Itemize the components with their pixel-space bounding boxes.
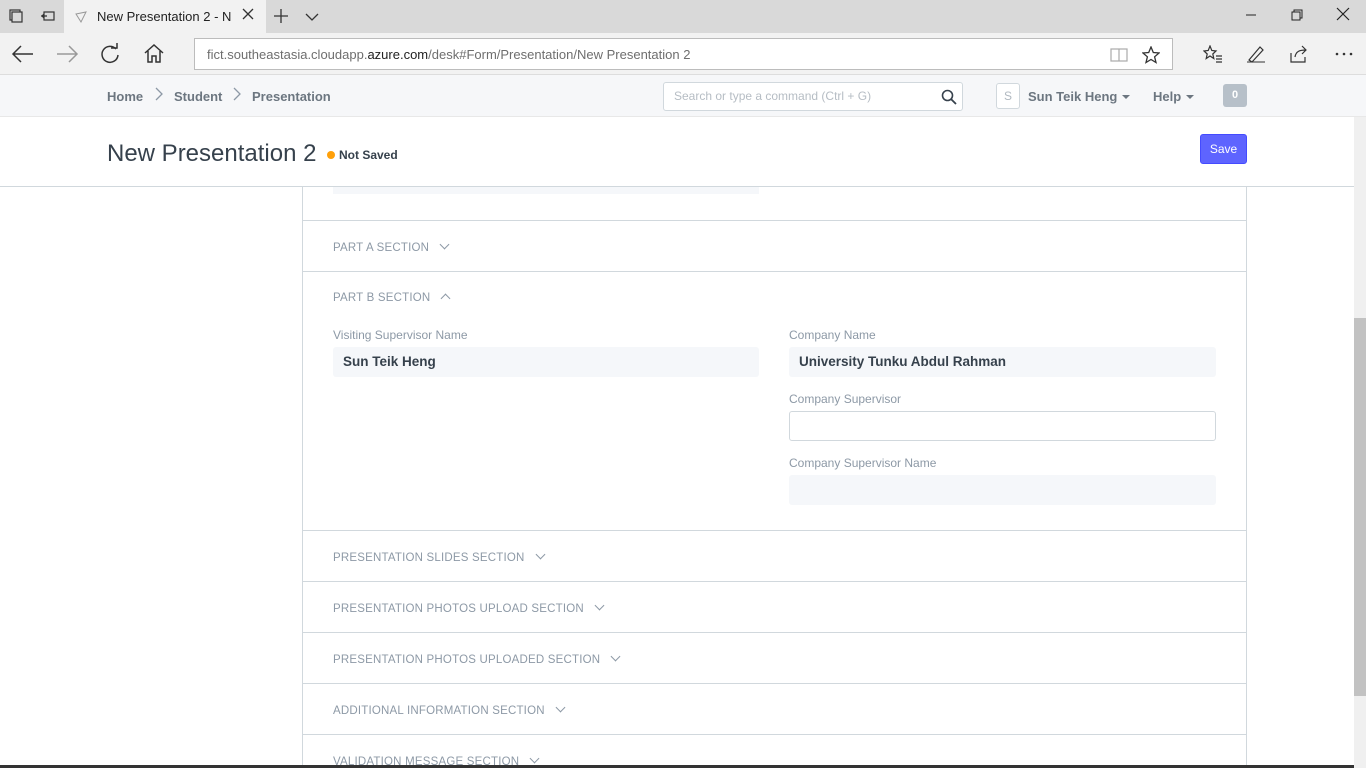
close-window-icon[interactable]	[1320, 0, 1366, 33]
chevron-down-icon	[610, 651, 621, 662]
chevron-down-icon	[555, 702, 566, 713]
browser-tab-bar: New Presentation 2 - N	[0, 0, 1366, 33]
search-input[interactable]	[674, 89, 934, 103]
web-note-pen-icon[interactable]	[1246, 45, 1265, 63]
section-head[interactable]: PART B SECTION	[333, 292, 451, 304]
browser-tab[interactable]: New Presentation 2 - N	[64, 0, 266, 33]
company-supervisor-label: Company Supervisor	[789, 392, 902, 406]
additional-information-section[interactable]: ADDITIONAL INFORMATION SECTION	[303, 683, 1246, 734]
part-b-section: PART B SECTION Visiting Supervisor Name …	[303, 271, 1246, 530]
set-aside-tabs-icon[interactable]	[40, 8, 56, 24]
chevron-up-icon	[440, 293, 451, 304]
page-head: New Presentation 2 Not Saved Save	[0, 117, 1354, 187]
tab-preview-chevron-icon[interactable]	[304, 7, 320, 25]
company-name-label: Company Name	[789, 328, 876, 342]
previous-field-control[interactable]	[333, 187, 759, 194]
page-title: New Presentation 2	[107, 140, 317, 167]
chevron-down-icon	[529, 753, 540, 764]
section-head[interactable]: PART A SECTION	[333, 239, 450, 254]
help-label: Help	[1153, 89, 1182, 104]
browser-nav-bar: fict.southeastasia.cloudapp.azure.com/de…	[0, 33, 1366, 75]
visiting-supervisor-field: Sun Teik Heng	[333, 347, 759, 377]
awesomebar-search[interactable]	[663, 82, 963, 111]
breadcrumb-home[interactable]: Home	[107, 89, 143, 104]
help-menu[interactable]: Help	[1153, 89, 1195, 104]
share-icon[interactable]	[1289, 45, 1307, 63]
search-icon[interactable]	[941, 89, 957, 105]
section-head[interactable]: PRESENTATION PHOTOS UPLOAD SECTION	[333, 600, 605, 615]
status-indicator: Not Saved	[327, 148, 398, 162]
chevron-down-icon	[594, 600, 605, 611]
reading-view-icon[interactable]	[1110, 46, 1128, 64]
company-name-field: University Tunku Abdul Rahman	[789, 347, 1216, 377]
refresh-icon[interactable]	[98, 43, 122, 65]
photos-uploaded-section[interactable]: PRESENTATION PHOTOS UPLOADED SECTION	[303, 632, 1246, 683]
minimize-icon[interactable]	[1228, 0, 1274, 33]
dropdown-caret-icon	[1122, 95, 1131, 99]
breadcrumb-chevron-icon	[154, 87, 164, 104]
chevron-down-icon	[439, 239, 450, 250]
user-name: Sun Teik Heng	[1028, 89, 1118, 104]
company-supervisor-name-field	[789, 475, 1216, 505]
status-text: Not Saved	[339, 148, 398, 162]
scrollbar-thumb[interactable]	[1354, 318, 1366, 696]
section-head[interactable]: PRESENTATION PHOTOS UPLOADED SECTION	[333, 651, 621, 666]
validation-message-section[interactable]: VALIDATION MESSAGE SECTION	[303, 734, 1246, 768]
tab-title: New Presentation 2 - N	[97, 9, 232, 24]
home-icon[interactable]	[142, 43, 166, 65]
avatar[interactable]: S	[996, 83, 1020, 109]
close-tab-icon[interactable]	[240, 7, 256, 23]
favorite-star-icon[interactable]	[1141, 45, 1161, 64]
status-dot-icon	[327, 151, 335, 159]
breadcrumb-presentation[interactable]: Presentation	[252, 89, 331, 104]
presentation-slides-section[interactable]: PRESENTATION SLIDES SECTION	[303, 530, 1246, 581]
tab-list-icon[interactable]	[8, 8, 24, 24]
new-tab-icon[interactable]	[272, 6, 290, 26]
photos-upload-section[interactable]: PRESENTATION PHOTOS UPLOAD SECTION	[303, 581, 1246, 632]
part-a-section[interactable]: PART A SECTION	[303, 220, 1246, 271]
favorites-hub-icon[interactable]	[1202, 44, 1222, 63]
breadcrumb-student[interactable]: Student	[174, 89, 222, 104]
company-supervisor-name-label: Company Supervisor Name	[789, 456, 937, 470]
dropdown-caret-icon	[1186, 95, 1195, 99]
form-layout: PART A SECTION PART B SECTION Visiting S…	[302, 187, 1247, 768]
visiting-supervisor-label: Visiting Supervisor Name	[333, 328, 468, 342]
breadcrumb-chevron-icon	[232, 87, 242, 104]
notification-badge[interactable]: 0	[1223, 84, 1247, 107]
url-text: fict.southeastasia.cloudapp.azure.com/de…	[207, 47, 691, 62]
section-head[interactable]: ADDITIONAL INFORMATION SECTION	[333, 702, 566, 717]
section-head[interactable]: PRESENTATION SLIDES SECTION	[333, 549, 546, 564]
more-options-icon[interactable]	[1334, 45, 1353, 63]
chevron-down-icon	[535, 549, 546, 560]
save-button[interactable]: Save	[1200, 134, 1247, 164]
page-favicon-icon	[74, 10, 88, 24]
user-menu[interactable]: Sun Teik Heng	[1028, 89, 1131, 104]
app-navbar: Home Student Presentation S Sun Teik Hen…	[0, 75, 1366, 117]
company-supervisor-input[interactable]	[789, 411, 1216, 441]
forward-icon[interactable]	[55, 43, 79, 65]
restore-icon[interactable]	[1274, 0, 1320, 33]
back-icon[interactable]	[11, 43, 35, 65]
address-bar[interactable]: fict.southeastasia.cloudapp.azure.com/de…	[194, 38, 1173, 70]
